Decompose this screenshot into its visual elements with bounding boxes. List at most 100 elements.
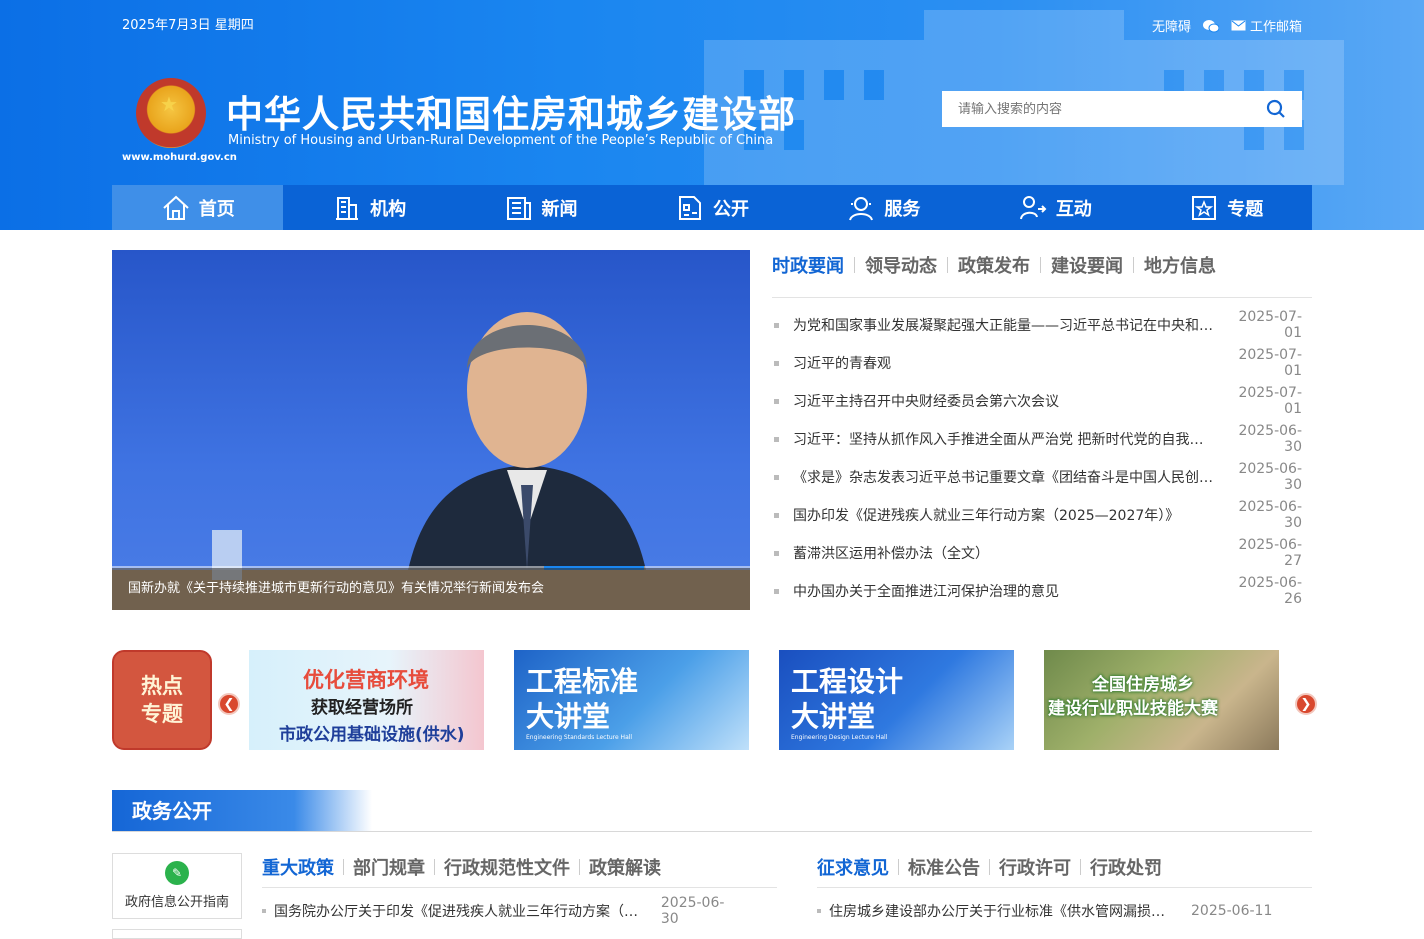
tab-policy-interpretation[interactable]: 政策解读 bbox=[580, 854, 670, 880]
card-line: 大讲堂 bbox=[526, 700, 611, 733]
list-item[interactable]: 《求是》杂志发表习近平总书记重要文章《团结奋斗是中国人民创造历史伟业的必由之路》… bbox=[772, 458, 1302, 496]
nav-organization[interactable]: 机构 bbox=[283, 185, 454, 230]
card-line: Engineering Design Lecture Hall bbox=[791, 734, 888, 741]
top-links: 无障碍 工作邮箱 bbox=[1152, 16, 1302, 35]
nav-label: 服务 bbox=[884, 198, 921, 220]
ministry-title-cn: 中华人民共和国住房和城乡建设部 bbox=[226, 93, 796, 136]
tab-normative-docs[interactable]: 行政规范性文件 bbox=[435, 854, 579, 880]
section-divider bbox=[112, 831, 1312, 832]
news-title: 习近平主持召开中央财经委员会第六次会议 bbox=[793, 394, 1059, 410]
topic-card-design-lecture[interactable]: 工程设计 大讲堂 Engineering Design Lecture Hall bbox=[779, 650, 1014, 750]
tab-major-policy[interactable]: 重大政策 bbox=[262, 854, 343, 880]
card-line: 建设行业职业技能大赛 bbox=[1048, 699, 1218, 719]
work-email-link[interactable]: 工作邮箱 bbox=[1231, 16, 1302, 35]
news-title: 《求是》杂志发表习近平总书记重要文章《团结奋斗是中国人民创造历史伟业的必由之路》 bbox=[793, 470, 1216, 486]
list-item[interactable]: 蓄滞洪区运用补偿办法（全文） 2025-06-27 bbox=[772, 534, 1302, 572]
tab-divider bbox=[772, 297, 1312, 298]
nav-topics[interactable]: 专题 bbox=[1141, 185, 1312, 230]
next-guide-button[interactable] bbox=[112, 929, 242, 939]
headline-slideshow[interactable]: 国新办就《关于持续推进城市更新行动的意见》有关情况举行新闻发布会 bbox=[112, 250, 750, 610]
tab-local-info[interactable]: 地方信息 bbox=[1134, 252, 1226, 278]
tab-divider bbox=[262, 887, 777, 888]
list-item[interactable]: 习近平：坚持从抓作风入手推进全面从严治党 把新时代党的自我革命要求落到实处 202… bbox=[772, 420, 1302, 458]
card-line: 获取经营场所 bbox=[311, 698, 413, 718]
carousel-next-button[interactable]: ❯ bbox=[1295, 693, 1317, 715]
news-list: 为党和国家事业发展凝聚起强大正能量——习近平总书记在中央和国家机关党的建设工作会… bbox=[772, 306, 1302, 610]
leaf-icon: ✎ bbox=[165, 861, 189, 885]
topic-card-business-environment[interactable]: 优化营商环境 获取经营场所 市政公用基础设施(供水) bbox=[249, 650, 484, 750]
list-item[interactable]: 习近平主持召开中央财经委员会第六次会议 2025-07-01 bbox=[772, 382, 1302, 420]
slide-caption[interactable]: 国新办就《关于持续推进城市更新行动的意见》有关情况举行新闻发布会 bbox=[112, 568, 750, 610]
news-title: 中办国办关于全面推进江河保护治理的意见 bbox=[793, 584, 1059, 600]
chevron-right-icon: ❯ bbox=[1300, 696, 1312, 712]
nav-label: 专题 bbox=[1227, 198, 1264, 220]
list-item[interactable]: 习近平的青春观 2025-07-01 bbox=[772, 344, 1302, 382]
notice-tabs: 征求意见 标准公告 行政许可 行政处罚 bbox=[817, 854, 1171, 880]
tab-construction-news[interactable]: 建设要闻 bbox=[1041, 252, 1133, 278]
open-doc-icon bbox=[678, 195, 701, 220]
list-item[interactable]: 住房城乡建设部办公厅关于行业标准《供水管网漏损控制及评定标准》的公告 2025-0… bbox=[817, 900, 1307, 922]
tab-consultation[interactable]: 征求意见 bbox=[817, 854, 898, 880]
news-title: 习近平的青春观 bbox=[793, 356, 891, 372]
hot-label-1: 热点 bbox=[141, 674, 183, 698]
card-line: 工程设计 bbox=[791, 665, 904, 698]
news-date: 2025-06-30 bbox=[1238, 499, 1302, 531]
gov-info-guide-button[interactable]: ✎ 政府信息公开指南 bbox=[112, 853, 242, 919]
nav-label: 互动 bbox=[1055, 198, 1092, 220]
hot-label-2: 专题 bbox=[141, 702, 183, 726]
nav-home[interactable]: 首页 bbox=[112, 185, 284, 230]
wechat-icon[interactable] bbox=[1202, 19, 1219, 33]
chevron-left-icon: ❮ bbox=[223, 696, 235, 712]
tab-admin-license[interactable]: 行政许可 bbox=[990, 854, 1080, 880]
ministry-title-en: Ministry of Housing and Urban-Rural Deve… bbox=[228, 133, 774, 148]
news-icon bbox=[506, 196, 531, 220]
nav-news[interactable]: 新闻 bbox=[455, 185, 626, 230]
nav-label: 首页 bbox=[198, 198, 235, 220]
carousel-prev-button[interactable]: ❮ bbox=[218, 693, 240, 715]
card-line: 大讲堂 bbox=[791, 700, 876, 733]
national-emblem-logo: ★ bbox=[136, 78, 206, 148]
list-item[interactable]: 国务院办公厅关于印发《促进残疾人就业三年行动方案（2025—2027年）》的通知… bbox=[262, 895, 742, 927]
topic-card-standards-lecture[interactable]: 工程标准 大讲堂 Engineering Standards Lecture H… bbox=[514, 650, 749, 750]
tab-divider bbox=[817, 887, 1312, 888]
tab-current-affairs[interactable]: 时政要闻 bbox=[772, 252, 854, 278]
email-label: 工作邮箱 bbox=[1249, 20, 1302, 35]
news-date: 2025-06-27 bbox=[1238, 537, 1302, 569]
mail-icon bbox=[1231, 20, 1246, 31]
tab-leadership[interactable]: 领导动态 bbox=[855, 252, 947, 278]
news-date: 2025-06-30 bbox=[1238, 461, 1302, 493]
notice-date: 2025-06-11 bbox=[1191, 903, 1273, 919]
search-input[interactable] bbox=[958, 101, 1238, 117]
nav-service[interactable]: 服务 bbox=[798, 185, 969, 230]
news-title: 蓄滞洪区运用补偿办法（全文） bbox=[793, 546, 989, 562]
accessibility-link[interactable]: 无障碍 bbox=[1152, 16, 1191, 35]
tab-regulations[interactable]: 部门规章 bbox=[344, 854, 434, 880]
star-box-icon bbox=[1192, 195, 1217, 220]
card-line: 市政公用基础设施(供水) bbox=[279, 725, 465, 745]
policy-title: 国务院办公厅关于印发《促进残疾人就业三年行动方案（2025—2027年）》的通知 bbox=[273, 904, 641, 920]
tab-standard-notice[interactable]: 标准公告 bbox=[899, 854, 989, 880]
nav-interaction[interactable]: 互动 bbox=[969, 185, 1140, 230]
nav-label: 新闻 bbox=[541, 198, 578, 220]
news-date: 2025-06-30 bbox=[1238, 423, 1302, 455]
search-icon[interactable] bbox=[1266, 99, 1286, 119]
policy-tabs: 重大政策 部门规章 行政规范性文件 政策解读 bbox=[262, 854, 670, 880]
service-person-icon bbox=[849, 196, 874, 220]
topic-card-skills-contest[interactable]: 全国住房城乡 建设行业职业技能大赛 bbox=[1044, 650, 1279, 750]
news-tabs: 时政要闻 领导动态 政策发布 建设要闻 地方信息 bbox=[772, 252, 1226, 278]
tab-admin-penalty[interactable]: 行政处罚 bbox=[1081, 854, 1171, 880]
list-item[interactable]: 为党和国家事业发展凝聚起强大正能量——习近平总书记在中央和国家机关党的建设工作会… bbox=[772, 306, 1302, 344]
notice-title: 住房城乡建设部办公厅关于行业标准《供水管网漏损控制及评定标准》的公告 bbox=[829, 904, 1171, 920]
section-title-gov-affairs: 政务公开 bbox=[112, 790, 372, 832]
tab-policy[interactable]: 政策发布 bbox=[948, 252, 1040, 278]
guide-label: 政府信息公开指南 bbox=[124, 895, 229, 910]
policy-date: 2025-06-30 bbox=[660, 895, 725, 927]
card-line: Engineering Standards Lecture Hall bbox=[526, 734, 633, 741]
nav-open[interactable]: 公开 bbox=[626, 185, 797, 230]
current-date: 2025年7月3日 星期四 bbox=[122, 18, 254, 33]
card-line: 优化营商环境 bbox=[303, 668, 429, 692]
news-title: 为党和国家事业发展凝聚起强大正能量——习近平总书记在中央和国家机关党的建设工作会… bbox=[793, 318, 1216, 334]
list-item[interactable]: 国办印发《促进残疾人就业三年行动方案（2025—2027年）》 2025-06-3… bbox=[772, 496, 1302, 534]
news-date: 2025-07-01 bbox=[1238, 309, 1302, 341]
list-item[interactable]: 中办国办关于全面推进江河保护治理的意见 2025-06-26 bbox=[772, 572, 1302, 610]
